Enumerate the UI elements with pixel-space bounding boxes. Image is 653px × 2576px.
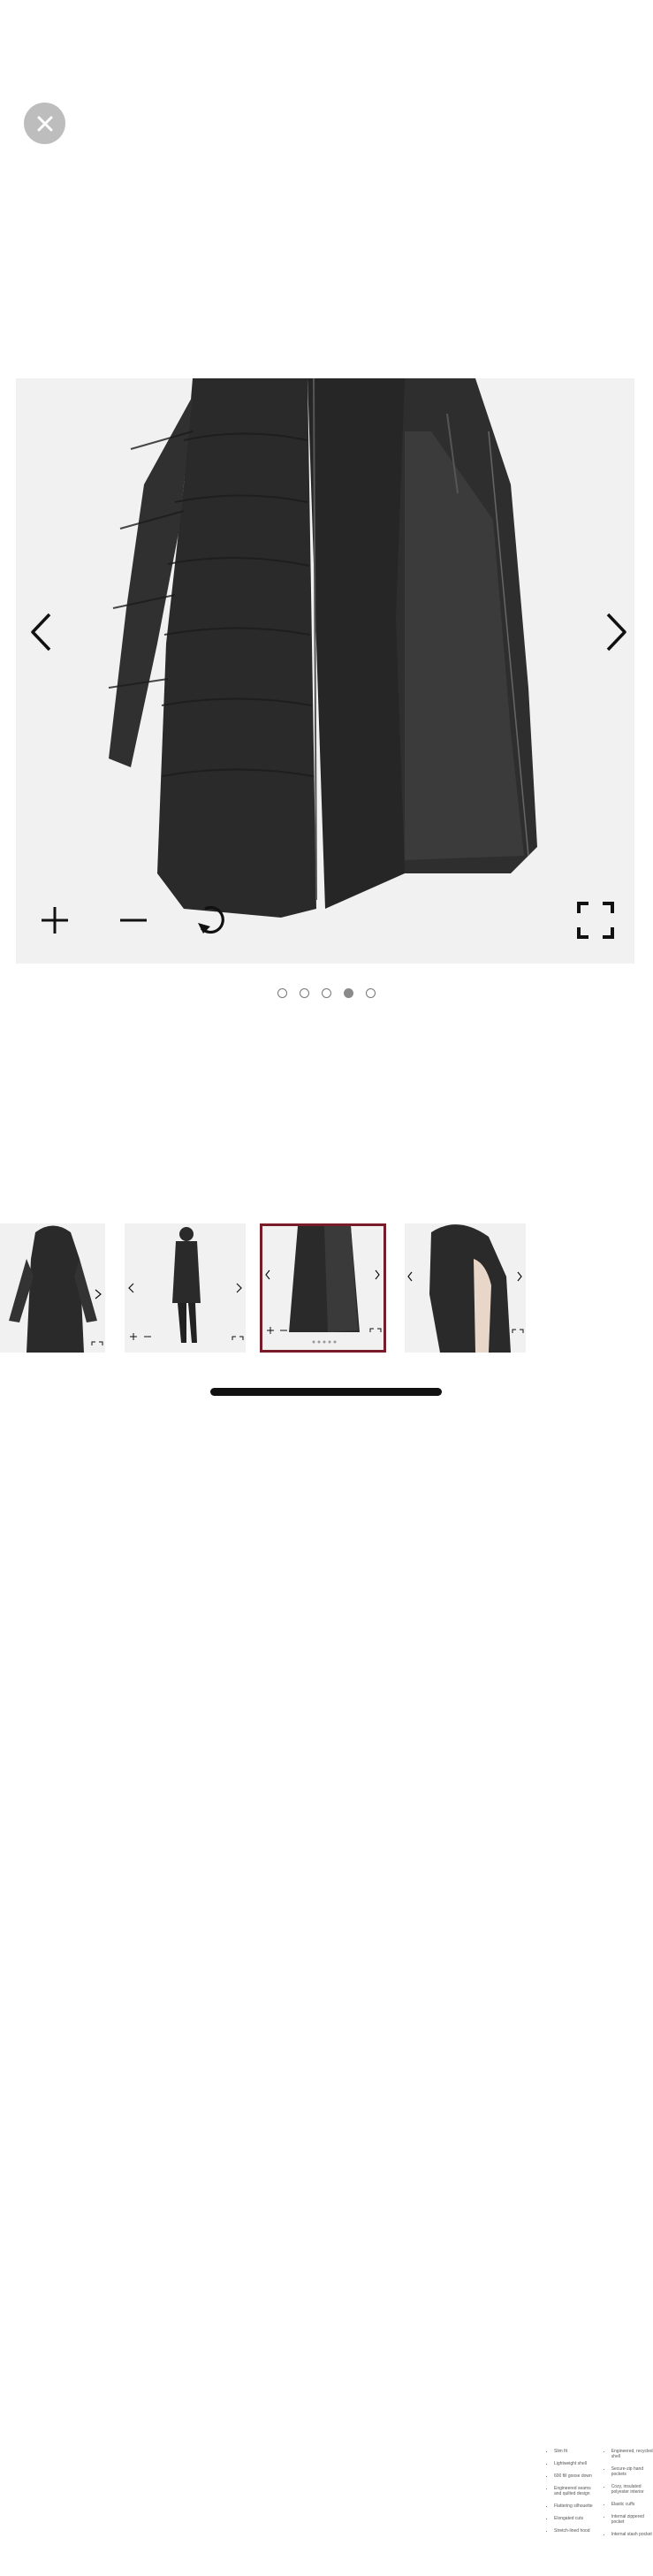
reset-zoom-button[interactable] — [192, 901, 231, 940]
spec-item: Engineered, recycled shell — [611, 2449, 653, 2459]
fullscreen-button[interactable] — [576, 901, 615, 940]
spec-item: Engineered seams and quilted design — [554, 2486, 599, 2496]
spec-list-right: Engineered, recycled shell Secure-zip han… — [603, 2449, 653, 2544]
home-indicator — [210, 1388, 442, 1396]
zoom-in-icon — [42, 907, 68, 934]
thumbnail-item[interactable] — [405, 1223, 526, 1353]
chevron-left-icon — [31, 613, 51, 652]
zoom-out-icon — [120, 918, 147, 922]
spec-list-left: Slim fit Lightweight shell 600 fill goose … — [545, 2449, 599, 2544]
spec-item: Flattering silhouette — [554, 2504, 599, 2509]
pagination-dot[interactable] — [300, 988, 309, 998]
spec-item: Slim fit — [554, 2449, 599, 2454]
spec-item: Elastic cuffs — [611, 2502, 653, 2507]
thumbnail-strip: Slim fit Lightweight shell 600 fill goose … — [0, 1223, 653, 2576]
thumbnail-item[interactable] — [0, 1223, 105, 1353]
thumbnail-image — [262, 1226, 383, 1350]
pagination-dot-active[interactable] — [344, 988, 353, 998]
product-image — [16, 378, 634, 964]
thumbnail-image — [0, 1223, 105, 1353]
next-image-button[interactable] — [601, 606, 633, 659]
thumbnail-item[interactable] — [125, 1223, 246, 1353]
chevron-right-icon — [606, 613, 626, 652]
reset-rotate-icon — [198, 905, 224, 934]
spec-item: Internal zippered pocket — [611, 2514, 653, 2525]
pagination-dot[interactable] — [277, 988, 287, 998]
thumbnail-spec-sheet[interactable]: Slim fit Lightweight shell 600 fill goose … — [545, 2447, 653, 2576]
zoom-in-button[interactable] — [35, 901, 74, 940]
spec-item: Internal stash pocket — [611, 2532, 653, 2537]
close-icon — [37, 116, 52, 131]
spec-item: Stretch-lined hood — [554, 2528, 599, 2534]
spec-item: 600 fill goose down — [554, 2473, 599, 2479]
image-pagination — [0, 988, 653, 998]
pagination-dot[interactable] — [366, 988, 376, 998]
product-image-viewer[interactable] — [16, 378, 634, 964]
spec-item: Cozy, insulated polyester interior — [611, 2484, 653, 2495]
thumbnail-image — [405, 1223, 526, 1353]
previous-image-button[interactable] — [25, 606, 57, 659]
thumbnail-item-selected[interactable] — [260, 1223, 386, 1353]
fullscreen-icon — [577, 902, 614, 939]
spec-item: Lightweight shell — [554, 2461, 599, 2466]
close-button[interactable] — [24, 103, 65, 144]
zoom-out-button[interactable] — [114, 901, 153, 940]
spec-item: Elongated cuts — [554, 2516, 599, 2521]
spec-item: Secure-zip hand pockets — [611, 2466, 653, 2477]
pagination-dot[interactable] — [322, 988, 331, 998]
thumbnail-image — [125, 1223, 246, 1353]
